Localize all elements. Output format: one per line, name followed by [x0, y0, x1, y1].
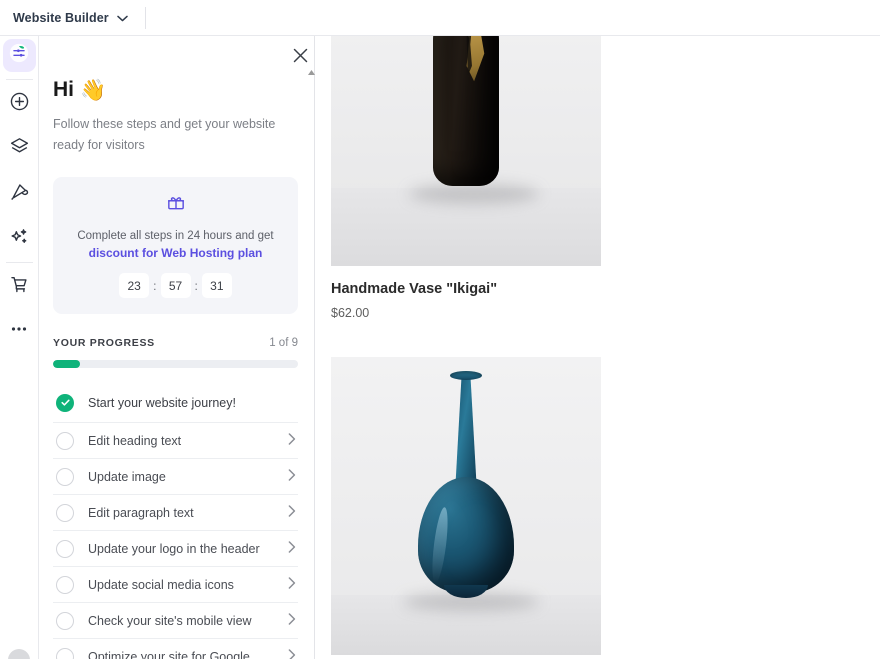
chevron-right-icon — [288, 540, 296, 558]
rail-divider-bottom — [5, 262, 33, 263]
product-photo — [331, 357, 601, 655]
timer-hours: 23 — [119, 273, 150, 299]
onboarding-step-label: Update social media icons — [88, 577, 234, 592]
step-completed-icon — [56, 393, 74, 412]
sliders-icon — [8, 42, 30, 69]
onboarding-step-label: Update image — [88, 469, 166, 484]
onboarding-step[interactable]: Edit heading text — [53, 423, 298, 460]
progress-title: YOUR PROGRESS — [53, 337, 155, 350]
progress-bar-fill — [53, 360, 81, 369]
timer-minutes: 57 — [160, 273, 191, 299]
vase-rim — [450, 371, 482, 380]
step-incomplete-icon — [56, 575, 74, 594]
step-incomplete-icon — [56, 503, 74, 522]
onboarding-step-label: Check your site's mobile view — [88, 613, 252, 628]
chevron-right-icon — [288, 612, 296, 630]
timer-seconds: 31 — [201, 273, 232, 299]
onboarding-step[interactable]: Check your site's mobile view — [53, 603, 298, 640]
timer-separator: : — [194, 278, 198, 293]
promo-card: Complete all steps in 24 hours and get d… — [53, 176, 298, 315]
onboarding-step-label: Update your logo in the header — [88, 541, 260, 556]
onboarding-panel-content: Hi 👋 Follow these steps and get your web… — [39, 36, 301, 659]
countdown-timer: 23 : 57 : 31 — [119, 273, 232, 299]
chevron-right-icon — [288, 648, 296, 659]
onboarding-step[interactable]: Start your website journey! — [53, 383, 298, 424]
plus-circle-icon — [9, 91, 30, 117]
gift-icon — [166, 193, 186, 218]
progress-header: YOUR PROGRESS 1 of 9 — [53, 337, 298, 349]
vase-object — [331, 357, 601, 617]
product-card[interactable]: Handmade Vase "Ikigai" $62.00 — [331, 36, 601, 320]
sidebar-item-website-settings[interactable] — [2, 39, 36, 72]
onboarding-step[interactable]: Optimize your site for Google — [53, 639, 298, 659]
product-price: $62.00 — [331, 306, 370, 320]
layers-icon — [9, 136, 30, 162]
promo-discount-link[interactable]: discount for Web Hosting plan — [89, 246, 263, 260]
product-image-black-gold-vase[interactable] — [331, 36, 601, 266]
chevron-right-icon — [288, 468, 296, 486]
onboarding-step-list: Start your website journey! Edit heading … — [53, 383, 298, 659]
chevron-down-icon — [116, 9, 128, 27]
left-icon-rail — [0, 36, 39, 659]
onboarding-step-label: Edit heading text — [88, 433, 182, 448]
step-incomplete-icon — [56, 467, 74, 486]
sidebar-item-ai-tools[interactable] — [3, 222, 36, 255]
panel-greeting: Hi 👋 — [53, 78, 279, 102]
sidebar-item-more-options[interactable] — [3, 315, 36, 348]
sidebar-item-store[interactable] — [3, 270, 36, 303]
onboarding-step[interactable]: Update social media icons — [53, 567, 298, 604]
waving-hand-icon: 👋 — [80, 78, 107, 102]
product-image-blue-bottle-vase[interactable] — [331, 357, 601, 655]
sidebar-item-add-element[interactable] — [3, 87, 36, 120]
shopping-cart-icon — [9, 274, 30, 300]
chevron-right-icon — [288, 432, 296, 450]
website-builder-app: Website Builder Handmade Vase "Ikigai" $… — [0, 0, 880, 659]
sidebar-item-pages-layers[interactable] — [3, 132, 36, 165]
sparkles-icon — [9, 226, 30, 252]
timer-separator: : — [153, 278, 157, 293]
step-incomplete-icon — [56, 539, 74, 558]
step-incomplete-icon — [56, 611, 74, 630]
onboarding-panel: Hi 👋 Follow these steps and get your web… — [39, 36, 315, 659]
vase-body — [433, 36, 499, 186]
top-bar: Website Builder — [0, 0, 880, 36]
onboarding-step[interactable]: Edit paragraph text — [53, 495, 298, 532]
chevron-right-icon — [288, 504, 296, 522]
onboarding-step-label: Optimize your site for Google — [88, 649, 250, 659]
close-panel-button[interactable] — [289, 47, 311, 69]
onboarding-step-label: Edit paragraph text — [88, 505, 194, 520]
brand-menu[interactable]: Website Builder — [13, 9, 128, 27]
palette-icon — [9, 181, 30, 207]
ellipsis-icon — [9, 319, 29, 344]
promo-text: Complete all steps in 24 hours and get — [77, 229, 274, 242]
product-title: Handmade Vase "Ikigai" — [331, 281, 498, 297]
step-incomplete-icon — [56, 647, 74, 659]
chevron-right-icon — [288, 576, 296, 594]
rail-divider-top — [5, 79, 33, 80]
product-photo — [331, 36, 601, 266]
toolbar-divider — [144, 6, 146, 29]
sidebar-item-design-theme[interactable] — [3, 177, 36, 210]
greeting-text: Hi — [53, 78, 74, 101]
vase-foot — [444, 585, 488, 598]
panel-subtitle: Follow these steps and get your website … — [53, 117, 276, 153]
close-icon — [293, 48, 308, 68]
progress-bar — [53, 360, 298, 369]
vase-neck — [455, 375, 477, 493]
product-card[interactable]: Handmade Vase "Sora" $51.00 — [331, 357, 601, 659]
onboarding-step-label: Start your website journey! — [88, 395, 236, 410]
brand-label: Website Builder — [13, 10, 109, 25]
vase-object — [331, 36, 601, 214]
onboarding-step[interactable]: Update image — [53, 459, 298, 496]
avatar-icon[interactable] — [8, 649, 30, 659]
step-incomplete-icon — [56, 431, 74, 450]
onboarding-step[interactable]: Update your logo in the header — [53, 531, 298, 568]
progress-count: 1 of 9 — [269, 337, 298, 350]
